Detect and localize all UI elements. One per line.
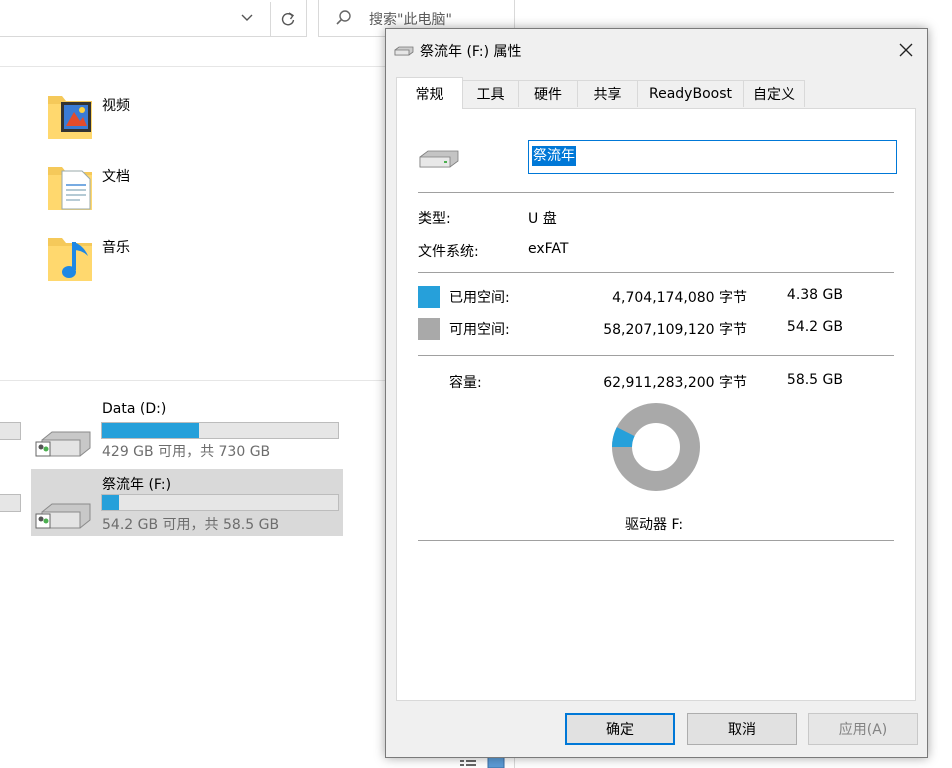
drive-d-subtitle: 429 GB 可用，共 730 GB [102,444,271,460]
usage-donut-chart [612,403,700,491]
folder-label-documents[interactable]: 文档 [102,166,130,186]
separator [418,192,894,193]
donut-free-ring [612,403,700,491]
capacity-bytes: 62,911,283,200 字节 [603,375,747,391]
music-folder-icon[interactable] [44,230,96,286]
refresh-icon [281,12,295,26]
chevron-down-icon[interactable] [240,8,254,28]
drive-bar-stub [0,422,21,440]
type-label: 类型: [418,211,451,227]
general-tab-panel: 祭流年 类型: U 盘 文件系统: exFAT 已用空间: 4,704,174,… [396,108,916,701]
separator [418,272,894,273]
type-value: U 盘 [528,211,557,227]
cancel-button[interactable]: 取消 [687,713,797,745]
used-space-size: 4.38 GB [786,287,843,303]
close-button[interactable] [892,37,920,63]
capacity-label: 容量: [449,375,482,391]
drive-bar-stub [0,494,21,512]
drive-d-usage-fill [102,423,199,438]
separator [418,540,894,541]
usb-drive-icon [394,46,414,56]
free-space-bytes: 58,207,109,120 字节 [603,322,747,338]
used-space-bytes: 4,704,174,080 字节 [612,290,747,306]
tab-customize[interactable]: 自定义 [743,80,805,107]
folder-label-music[interactable]: 音乐 [102,237,130,257]
videos-folder-icon[interactable] [44,88,96,144]
drive-f-icon[interactable] [34,500,94,530]
free-space-label: 可用空间: [449,322,510,338]
capacity-size: 58.5 GB [786,372,843,388]
refresh-button[interactable] [270,2,305,36]
drive-f-name[interactable]: 祭流年 (F:) [102,474,171,494]
dialog-title: 祭流年 (F:) 属性 [420,44,522,60]
free-space-swatch [418,318,440,340]
tab-tools[interactable]: 工具 [462,80,519,107]
drive-d-usage-bar [101,422,339,439]
tab-sharing[interactable]: 共享 [577,80,638,107]
apply-button[interactable]: 应用(A) [808,713,918,745]
search-icon [336,10,351,25]
separator [418,355,894,356]
used-space-label: 已用空间: [449,290,510,306]
drive-caption: 驱动器 F: [625,517,684,533]
tab-readyboost[interactable]: ReadyBoost [637,80,744,107]
address-bar[interactable] [0,0,307,37]
volume-name-selection: 祭流年 [532,146,576,166]
free-space-size: 54.2 GB [786,319,843,335]
usb-drive-large-icon [419,150,459,168]
documents-folder-icon[interactable] [44,159,96,215]
drive-d-icon[interactable] [34,428,94,458]
drive-f-usage-fill [102,495,119,510]
properties-dialog: 祭流年 (F:) 属性 常规 工具 硬件 共享 ReadyBoost 自定义 祭… [385,28,928,758]
search-placeholder: 搜索"此电脑" [369,12,452,28]
ok-button[interactable]: 确定 [565,713,675,745]
drive-d-name[interactable]: Data (D:) [102,401,166,417]
drive-f-usage-bar [101,494,339,511]
filesystem-value: exFAT [528,241,569,257]
close-icon [899,43,913,57]
tab-general[interactable]: 常规 [396,77,463,109]
tab-hardware[interactable]: 硬件 [518,80,578,107]
folder-label-videos[interactable]: 视频 [102,95,130,115]
volume-name-input[interactable] [528,140,897,174]
filesystem-label: 文件系统: [418,244,479,260]
drive-f-subtitle: 54.2 GB 可用，共 58.5 GB [102,517,280,533]
used-space-swatch [418,286,440,308]
